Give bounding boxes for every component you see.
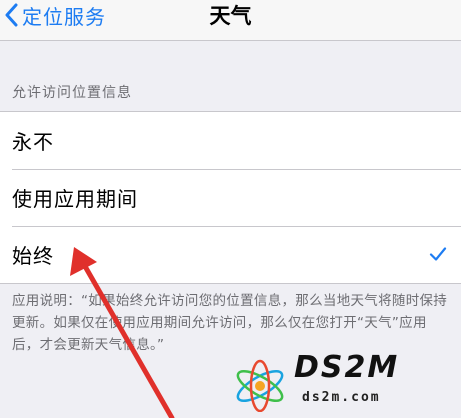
option-always-label: 始终 bbox=[12, 244, 54, 268]
page-title: 天气 bbox=[209, 4, 252, 28]
watermark-brand: DS2M bbox=[294, 350, 400, 385]
option-always[interactable]: 始终 bbox=[0, 226, 461, 283]
location-access-options: 永不 使用应用期间 始终 bbox=[0, 111, 461, 284]
checkmark-icon bbox=[429, 247, 447, 261]
option-while-using[interactable]: 使用应用期间 bbox=[0, 169, 461, 226]
navigation-bar: 定位服务 天气 bbox=[0, 0, 461, 41]
atom-logo-icon bbox=[236, 359, 284, 412]
watermark-domain: ds2m.com bbox=[302, 390, 381, 405]
explanation-note: 应用说明：“如果始终允许访问您的位置信息，那么当地天气将随时保持更新。如果仅在使… bbox=[12, 293, 448, 353]
watermark-logo: DS2M ds2m.com bbox=[232, 350, 454, 412]
option-while-using-label: 使用应用期间 bbox=[12, 187, 138, 211]
option-never-label: 永不 bbox=[12, 130, 54, 154]
option-never[interactable]: 永不 bbox=[0, 112, 461, 169]
section-header: 允许访问位置信息 bbox=[12, 85, 132, 101]
